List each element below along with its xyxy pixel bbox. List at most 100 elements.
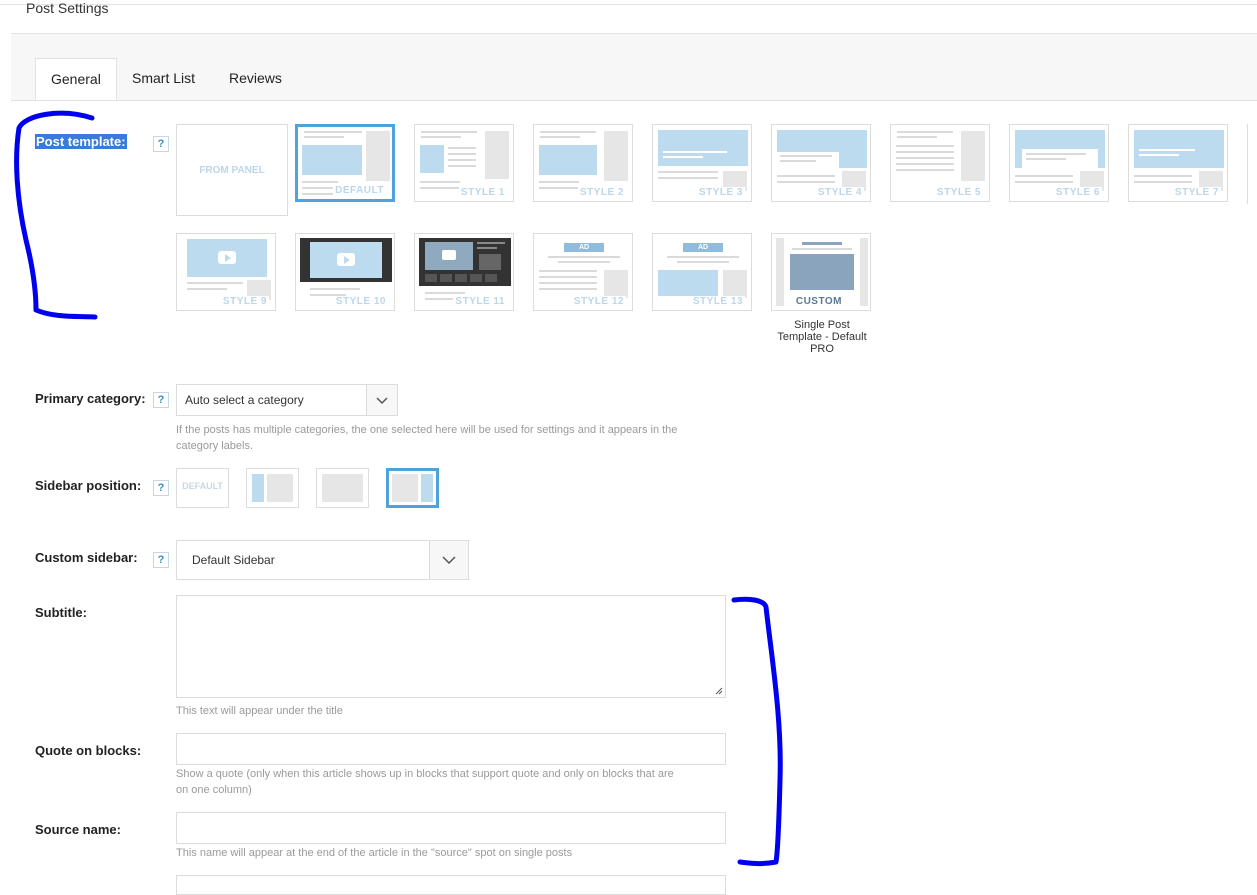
thumb-title-line bbox=[663, 156, 703, 158]
primary-category-hint: If the posts has multiple categories, th… bbox=[176, 422, 677, 454]
thumb-line bbox=[302, 181, 338, 183]
hint-line: If the posts has multiple categories, th… bbox=[176, 424, 678, 436]
right-bracket bbox=[731, 596, 783, 867]
template-style-7[interactable]: STYLE 7 bbox=[1128, 124, 1228, 202]
play-icon bbox=[337, 253, 355, 266]
thumb-playlist bbox=[470, 274, 482, 282]
thumb-image bbox=[658, 270, 718, 296]
resize-handle-icon[interactable] bbox=[715, 687, 723, 695]
thumb-title-line bbox=[1139, 154, 1179, 156]
template-style-13[interactable]: AD STYLE 13 bbox=[652, 233, 752, 311]
quote-input[interactable] bbox=[176, 733, 726, 765]
thumb-line bbox=[539, 288, 597, 290]
thumb-line bbox=[448, 147, 476, 149]
hint-line: category labels. bbox=[176, 440, 254, 452]
tab-general[interactable]: General bbox=[35, 58, 117, 100]
template-caption: STYLE 3 bbox=[696, 187, 745, 198]
primary-category-label: Primary category: bbox=[35, 391, 146, 406]
sidebar-position-help-icon[interactable]: ? bbox=[153, 480, 169, 496]
thumb-line bbox=[421, 136, 461, 138]
template-caption: STYLE 6 bbox=[1053, 187, 1102, 198]
chevron-down-icon[interactable] bbox=[366, 385, 397, 415]
thumb-line bbox=[477, 247, 497, 249]
thumb-side-bar bbox=[860, 238, 868, 306]
template-from-panel[interactable]: FROM PANEL bbox=[176, 124, 288, 216]
template-style-6[interactable]: STYLE 6 bbox=[1009, 124, 1109, 202]
play-icon bbox=[218, 251, 236, 264]
quote-label: Quote on blocks: bbox=[35, 743, 142, 758]
template-style-10[interactable]: STYLE 10 bbox=[295, 233, 395, 311]
tab-smart-list[interactable]: Smart List bbox=[117, 58, 210, 99]
custom-template-note-line: PRO bbox=[810, 343, 834, 355]
thumb-line bbox=[1026, 153, 1086, 155]
tab-reviews[interactable]: Reviews bbox=[214, 58, 297, 99]
thumb-line bbox=[777, 175, 835, 177]
source-name-label: Source name: bbox=[35, 822, 121, 837]
template-style-12[interactable]: AD STYLE 12 bbox=[533, 233, 633, 311]
hint-line: on one column) bbox=[176, 784, 252, 796]
thumb-line bbox=[420, 181, 460, 183]
template-style-5[interactable]: STYLE 5 bbox=[890, 124, 990, 202]
thumb-line bbox=[421, 131, 477, 133]
thumb-line bbox=[539, 276, 597, 278]
thumb-sidebar bbox=[366, 131, 390, 181]
template-default[interactable]: DEFAULT bbox=[295, 124, 395, 202]
thumb-title-line bbox=[1139, 149, 1195, 151]
thumb-image bbox=[420, 145, 444, 173]
next-field-input[interactable] bbox=[176, 875, 726, 895]
thumb-line bbox=[448, 153, 476, 155]
thumb-image bbox=[302, 145, 362, 175]
post-template-help-icon[interactable]: ? bbox=[153, 136, 169, 152]
thumb-playlist bbox=[425, 274, 437, 282]
template-style-9[interactable]: STYLE 9 bbox=[176, 233, 276, 311]
thumb-image bbox=[658, 130, 748, 166]
thumb-line bbox=[677, 261, 729, 263]
custom-template-note: Single Post Template - Default PRO bbox=[770, 319, 874, 355]
template-partial-thumb[interactable] bbox=[1247, 124, 1257, 204]
custom-sidebar-select[interactable]: Default Sidebar bbox=[176, 540, 469, 580]
chevron-down-icon[interactable] bbox=[429, 541, 468, 579]
template-style-4[interactable]: STYLE 4 bbox=[771, 124, 871, 202]
template-caption: STYLE 11 bbox=[453, 296, 507, 307]
primary-category-select[interactable]: Auto select a category bbox=[176, 384, 398, 416]
source-name-input[interactable] bbox=[176, 812, 726, 844]
thumb-title-line bbox=[663, 151, 727, 153]
sidebar-position-left[interactable] bbox=[246, 468, 299, 508]
thumb-sidebar bbox=[961, 131, 985, 181]
thumb-line bbox=[540, 136, 580, 138]
template-style-3[interactable]: STYLE 3 bbox=[652, 124, 752, 202]
thumb-line bbox=[420, 187, 460, 189]
template-style-1[interactable]: STYLE 1 bbox=[414, 124, 514, 202]
thumb-image bbox=[790, 254, 854, 290]
thumb-line bbox=[667, 256, 739, 258]
sidebar-position-default[interactable]: DEFAULT bbox=[176, 468, 229, 508]
template-style-2[interactable]: STYLE 2 bbox=[533, 124, 633, 202]
thumb-playlist bbox=[440, 274, 452, 282]
template-caption: STYLE 1 bbox=[458, 187, 507, 198]
thumb-line bbox=[896, 169, 954, 171]
sidebar-thumb bbox=[252, 474, 264, 502]
sidebar-position-right[interactable] bbox=[386, 468, 439, 508]
ad-banner: AD bbox=[683, 243, 723, 252]
template-caption: DEFAULT bbox=[333, 185, 386, 196]
thumb-playlist bbox=[455, 274, 467, 282]
thumb-sidebar bbox=[604, 131, 628, 181]
template-caption: STYLE 2 bbox=[577, 187, 626, 198]
template-caption: STYLE 10 bbox=[333, 296, 388, 307]
thumb-line bbox=[539, 282, 597, 284]
primary-category-value: Auto select a category bbox=[185, 393, 304, 407]
subtitle-hint: This text will appear under the title bbox=[176, 705, 343, 717]
sidebar-position-none[interactable] bbox=[316, 468, 369, 508]
thumb-line bbox=[658, 177, 718, 179]
content-thumb bbox=[267, 474, 293, 502]
thumb-line bbox=[658, 171, 718, 173]
page-title: Post Settings bbox=[26, 0, 109, 16]
template-caption: STYLE 5 bbox=[934, 187, 983, 198]
subtitle-textarea[interactable] bbox=[176, 595, 726, 698]
template-style-11[interactable]: STYLE 11 bbox=[414, 233, 514, 311]
primary-category-help-icon[interactable]: ? bbox=[153, 392, 169, 408]
sidebar-thumb bbox=[421, 474, 433, 502]
template-custom[interactable]: CUSTOM bbox=[771, 233, 871, 311]
custom-sidebar-help-icon[interactable]: ? bbox=[153, 552, 169, 568]
thumb-line bbox=[304, 131, 362, 133]
